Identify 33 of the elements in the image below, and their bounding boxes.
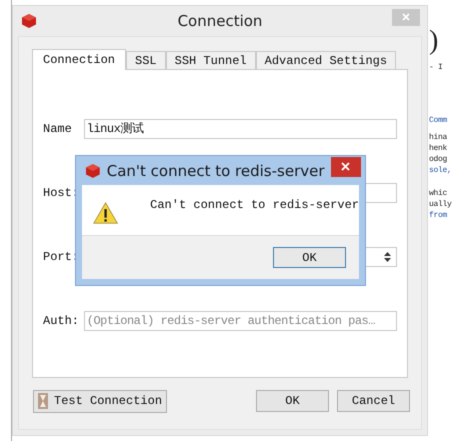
dialog-title: Can't connect to redis-server: [106, 162, 325, 180]
page-text: Comm: [429, 115, 448, 126]
cube-icon: [85, 162, 101, 178]
ok-button[interactable]: OK: [273, 247, 346, 268]
ok-button[interactable]: OK: [256, 390, 329, 412]
page-text: whic: [429, 188, 448, 199]
tab[interactable]: SSH Tunnel: [166, 51, 256, 69]
input-field[interactable]: linux测试: [84, 118, 397, 138]
test-connection-button[interactable]: Test Connection: [33, 390, 168, 412]
hourglass-icon: [38, 393, 48, 409]
tab[interactable]: Connection: [32, 49, 126, 70]
page-text: sole,: [429, 165, 453, 176]
field-label: Auth:: [43, 314, 80, 328]
spinner-icon[interactable]: [383, 250, 392, 262]
page-text: from: [429, 210, 448, 221]
field-label: Name: [43, 122, 73, 136]
close-button[interactable]: [330, 156, 361, 176]
window-title: Connection: [178, 12, 262, 30]
cancel-button[interactable]: Cancel: [337, 390, 410, 412]
page-text: hina: [429, 132, 448, 143]
page-text: henk: [429, 143, 448, 154]
error-message: Can't connect to redis-server: [150, 198, 359, 212]
tab[interactable]: SSL: [126, 51, 166, 69]
cube-icon: [21, 13, 37, 29]
page-text: - I: [429, 62, 444, 73]
field-label: Host:: [43, 186, 80, 200]
tab[interactable]: Advanced Settings: [256, 51, 396, 69]
page-text: ): [429, 26, 440, 56]
page-text: ually: [429, 199, 453, 210]
close-icon: [402, 13, 410, 21]
input-field[interactable]: (Optional) redis-server authentication pas…: [84, 310, 397, 330]
page-text: odog: [429, 154, 448, 165]
close-icon: [341, 162, 350, 171]
